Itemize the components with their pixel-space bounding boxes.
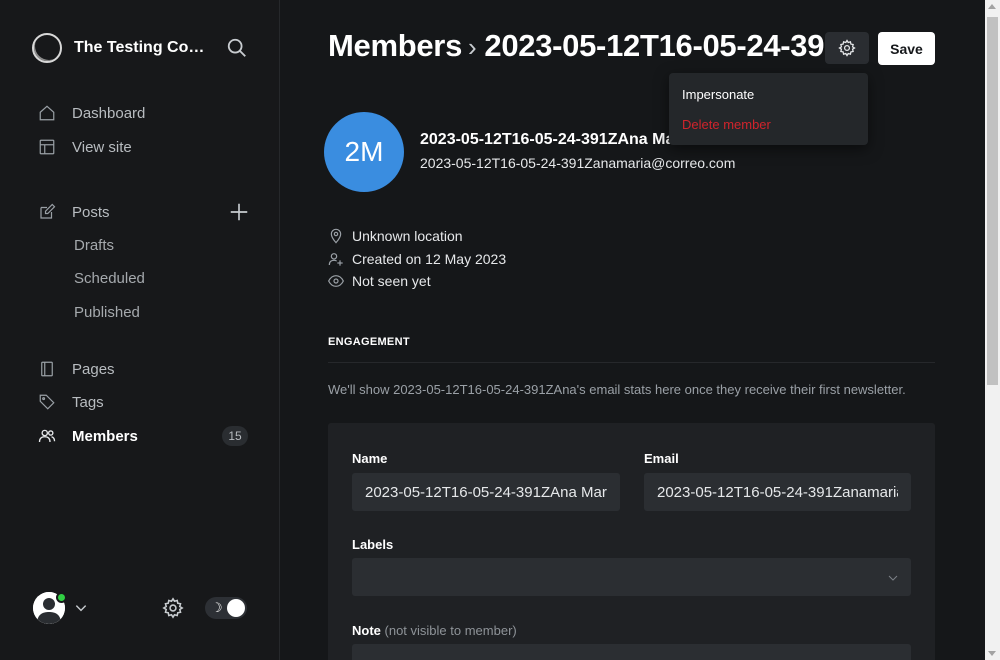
impersonate-menu-item[interactable]: Impersonate	[682, 87, 754, 102]
scroll-down-arrow-icon[interactable]	[988, 651, 996, 656]
member-actions-button[interactable]	[825, 32, 869, 64]
new-post-plus-icon[interactable]	[228, 201, 250, 223]
site-logo-icon	[32, 33, 62, 63]
page-title: Members›2023-05-12T16-05-24-391ZAna Mari…	[328, 28, 828, 64]
engagement-text: We'll show 2023-05-12T16-05-24-391ZAna's…	[328, 382, 906, 397]
theme-toggle[interactable]: ☽	[205, 597, 247, 619]
note-label-text: Note	[352, 623, 381, 638]
site-name: The Testing Com...	[74, 39, 212, 56]
nav-posts[interactable]: Posts	[38, 200, 110, 224]
member-created-text: Created on 12 May 2023	[352, 251, 507, 267]
note-textarea[interactable]	[352, 644, 911, 660]
sidebar: The Testing Com... Dashboard View site P…	[0, 0, 280, 660]
subnav-drafts[interactable]: Drafts	[74, 237, 114, 254]
email-label: Email	[644, 451, 679, 466]
member-email: 2023-05-12T16-05-24-391Zanamaria@correo.…	[420, 155, 736, 171]
page-scrollbar[interactable]	[985, 0, 1000, 660]
member-last-seen-text: Not seen yet	[352, 273, 431, 289]
members-count-badge: 15	[222, 426, 248, 446]
subnav-published[interactable]: Published	[74, 304, 140, 321]
scroll-up-arrow-icon[interactable]	[988, 4, 996, 9]
chevron-down-icon	[888, 575, 898, 581]
note-hint: (not visible to member)	[384, 623, 517, 638]
email-input[interactable]	[644, 473, 911, 511]
nav-view-site-label: View site	[72, 138, 132, 156]
edit-icon	[40, 203, 56, 219]
nav-members[interactable]: Members	[38, 424, 138, 448]
home-icon	[39, 105, 55, 121]
nav-pages-label: Pages	[72, 360, 115, 378]
save-button[interactable]: Save	[878, 32, 935, 65]
member-form-card: Name Email Labels Note (not visible to m…	[328, 423, 935, 660]
member-location: Unknown location	[328, 227, 463, 245]
user-add-icon	[328, 253, 343, 266]
location-pin-icon	[330, 228, 342, 244]
main-content: Members›2023-05-12T16-05-24-391ZAna Mari…	[281, 0, 985, 660]
toggle-knob	[227, 599, 245, 617]
tag-icon	[39, 394, 55, 410]
member-avatar: 2M	[324, 112, 404, 192]
layout-icon	[39, 139, 55, 155]
member-created: Created on 12 May 2023	[328, 250, 506, 268]
nav-pages[interactable]: Pages	[38, 357, 115, 381]
eye-icon	[328, 275, 344, 287]
search-icon[interactable]	[226, 37, 248, 59]
member-name: 2023-05-12T16-05-24-391ZAna Maria	[420, 131, 694, 148]
chevron-down-icon[interactable]	[74, 601, 88, 615]
nav-tags-label: Tags	[72, 393, 104, 411]
labels-label: Labels	[352, 537, 394, 552]
name-label: Name	[352, 451, 388, 466]
site-brand[interactable]: The Testing Com...	[32, 32, 212, 64]
member-last-seen: Not seen yet	[328, 272, 431, 290]
member-location-text: Unknown location	[352, 228, 463, 244]
nav-members-label: Members	[72, 427, 138, 445]
members-icon	[38, 429, 56, 443]
breadcrumb-current: 2023-05-12T16-05-24-391ZAna Maria	[484, 28, 828, 63]
pages-icon	[41, 361, 53, 377]
nav-dashboard-label: Dashboard	[72, 104, 146, 122]
gear-icon	[838, 39, 856, 57]
gear-icon[interactable]	[162, 597, 184, 619]
online-status-dot	[56, 592, 67, 603]
section-divider	[328, 362, 935, 363]
moon-icon: ☽	[211, 600, 223, 615]
nav-view-site[interactable]: View site	[38, 135, 132, 159]
scrollbar-thumb[interactable]	[987, 17, 998, 385]
nav-tags[interactable]: Tags	[38, 390, 104, 414]
subnav-scheduled[interactable]: Scheduled	[74, 270, 145, 287]
member-actions-dropdown: Impersonate Delete member	[669, 73, 868, 145]
delete-member-menu-item[interactable]: Delete member	[682, 117, 771, 132]
engagement-heading: ENGAGEMENT	[328, 336, 410, 348]
note-label: Note (not visible to member)	[352, 623, 517, 638]
nav-posts-label: Posts	[72, 203, 110, 221]
labels-select[interactable]	[352, 558, 911, 596]
breadcrumb-chevron-icon: ›	[468, 32, 477, 62]
breadcrumb-members[interactable]: Members	[328, 28, 462, 63]
nav-dashboard[interactable]: Dashboard	[38, 101, 145, 125]
name-input[interactable]	[352, 473, 620, 511]
